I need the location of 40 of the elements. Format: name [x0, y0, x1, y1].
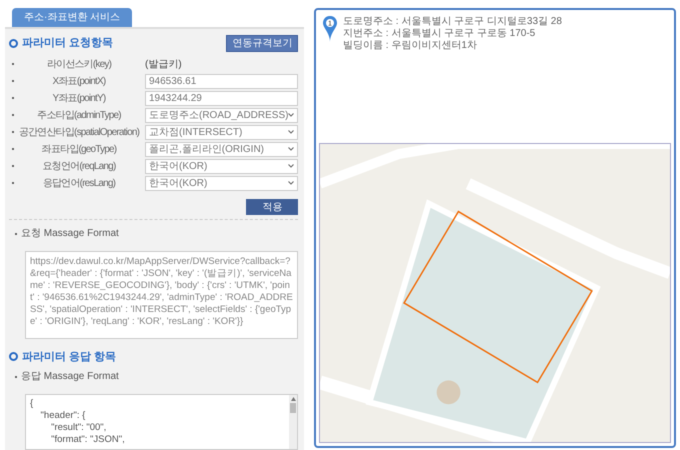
- request-format-field[interactable]: https://dev.dawul.co.kr/MapAppServer/DWService?callback=?&req={'header' : {'format' : 'JSON', 'key' : '(발급키)', 'serviceName' : 'REVERSE_GEOCODING'}, 'body' : {'crs' : 'UTMK', 'point' : '946536.61%2C1943244.29', 'adminType' : 'ROAD_ADDRESS', 'spatialOperation' : 'INTERSECT', 'selectFields' : {'geoType' : 'ORIGIN'}, 'reqLang' : 'KOR', 'resLang' : 'KOR'}}: [25, 251, 298, 338]
- format-label: 요청 Massage Format: [21, 227, 119, 241]
- param-label: X좌표(pointX): [52, 76, 106, 86]
- section-title: 파라미터 응답 항목: [22, 350, 116, 364]
- section-title: 파라미터 요청항목: [22, 36, 114, 52]
- dropdown[interactable]: 한국어(KOR): [145, 176, 298, 190]
- dropdown[interactable]: 폴리곤,폴리라인(ORIGIN): [145, 142, 298, 156]
- service-tab[interactable]: 주소·좌표변환 서비스: [12, 8, 132, 27]
- apply-button[interactable]: 적용: [246, 199, 298, 215]
- address-line: 지번주소 : 서울특별시 구로구 구로동 170-5: [343, 28, 536, 40]
- dropdown[interactable]: 교차점(INTERSECT): [145, 124, 298, 140]
- param-label: 요청언어(reqLang): [42, 160, 117, 172]
- dropdown[interactable]: 도로명주소(ROAD_ADDRESS): [145, 108, 298, 122]
- param-value: (발급키): [145, 58, 182, 72]
- param-label: 공간연산타입(spatialOperation): [18, 126, 140, 138]
- code-line: "result": "00",: [50, 422, 108, 434]
- dropdown[interactable]: 한국어(KOR): [145, 158, 298, 174]
- param-label: Y좌표(pointY): [52, 92, 106, 104]
- spec-view-button[interactable]: 연동규격보기: [226, 35, 298, 52]
- param-label: 응답언어(resLang): [42, 178, 116, 188]
- chevron-icon: [288, 181, 294, 185]
- chevron-icon: [288, 130, 294, 134]
- response-format-field[interactable]: { "header": { "result": "00", "format": "JSON",: [25, 394, 298, 450]
- scrollbar[interactable]: [289, 395, 298, 449]
- format-label: 응답 Massage Format: [21, 370, 119, 384]
- code-line: {: [30, 398, 34, 410]
- chevron-icon: [288, 147, 294, 151]
- address-line: 도로명주소 : 서울특별시 구로구 디지털로33길 28: [343, 16, 562, 28]
- code-line: "header": {: [40, 410, 86, 422]
- param-label: 주소타입(adminType): [36, 110, 122, 120]
- chevron-icon: [288, 164, 294, 168]
- up-arrow-icon[interactable]: [290, 397, 296, 401]
- code-line: "format": "JSON",: [50, 434, 126, 446]
- scrollbar-thumb[interactable]: [290, 403, 296, 413]
- chevron-icon: [288, 113, 294, 117]
- param-label: 라이선스키(key): [46, 58, 112, 70]
- param-label: 좌표타입(geoType): [40, 144, 118, 154]
- input-field[interactable]: 946536.61: [145, 74, 298, 88]
- address-line: 빌딩이름 : 우림이비지센터1차: [343, 40, 478, 52]
- input-field[interactable]: 1943244.29: [145, 90, 298, 106]
